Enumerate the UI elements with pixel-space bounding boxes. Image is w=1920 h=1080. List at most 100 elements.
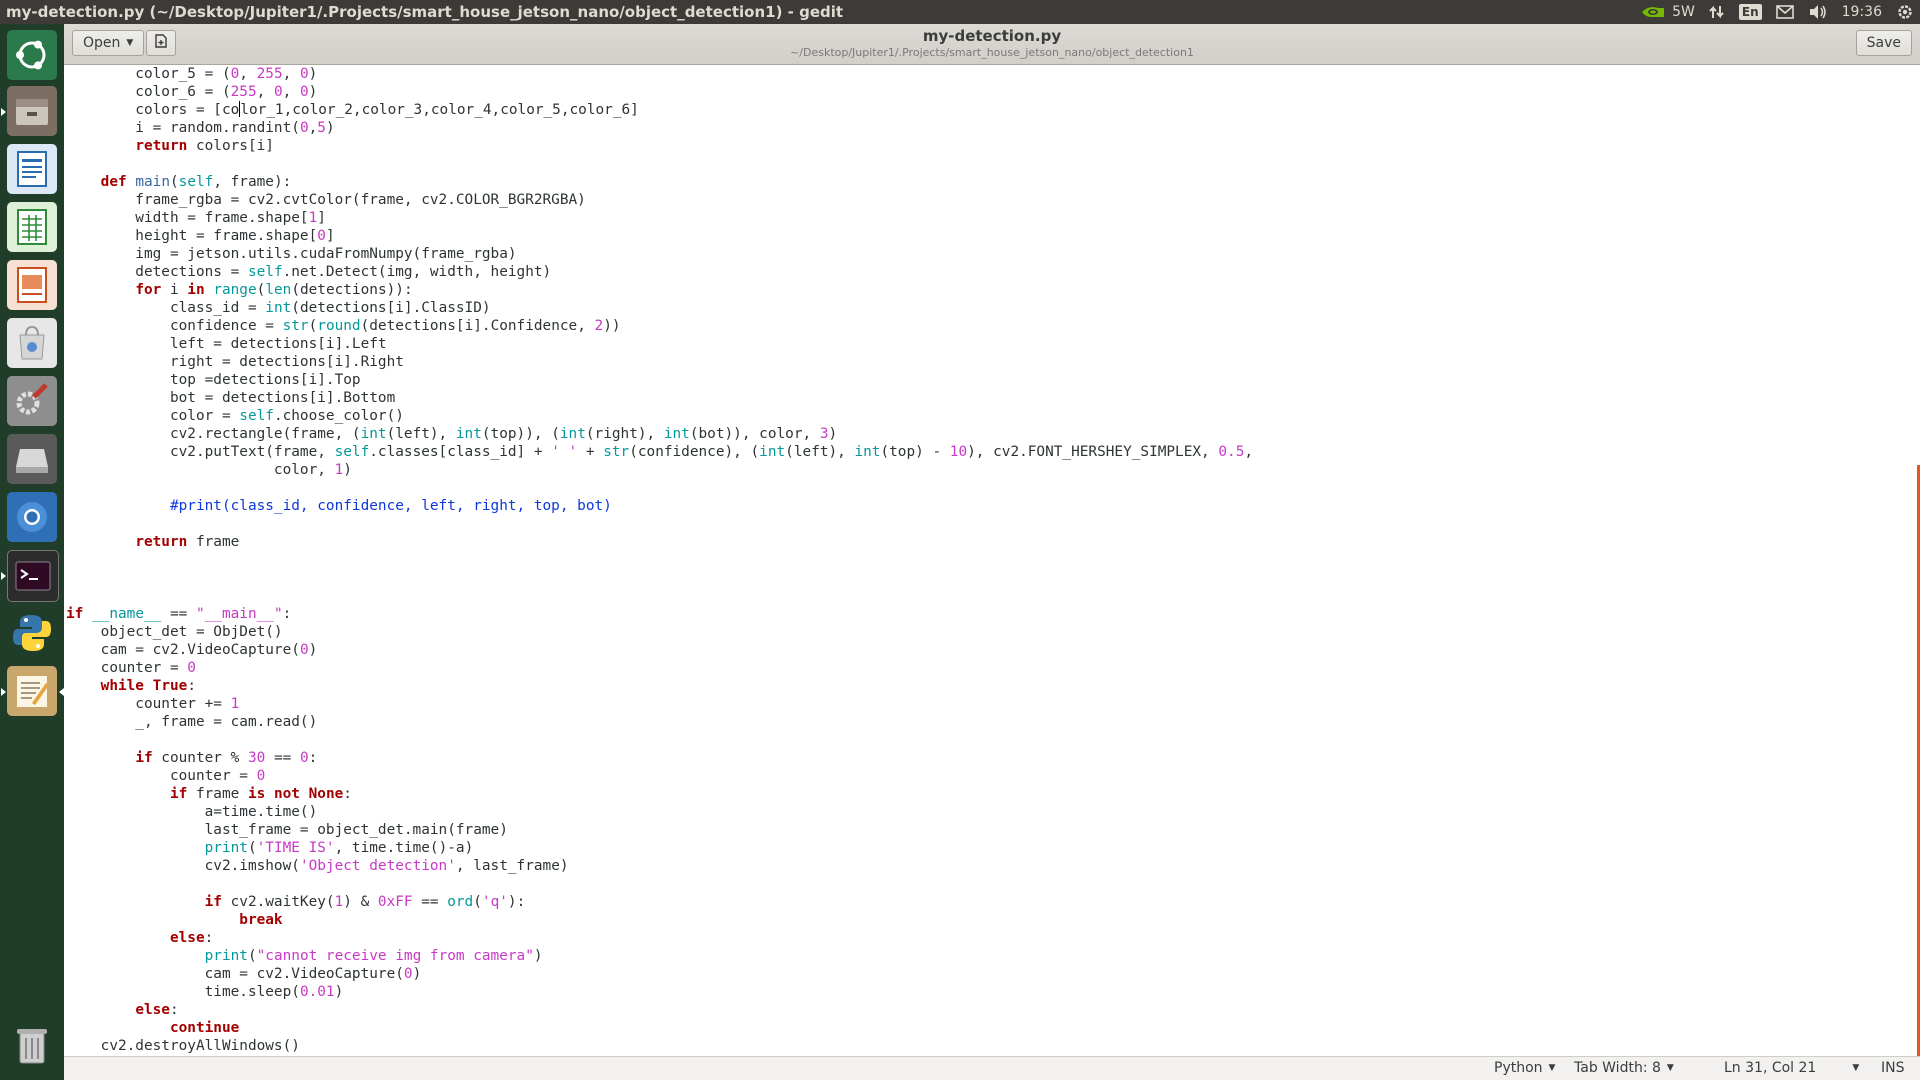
- chevron-down-icon: ▼: [1666, 1063, 1674, 1073]
- code-line: if cv2.waitKey(1) & 0xFF == ord('q'):: [204, 894, 526, 910]
- code-line: return frame: [135, 534, 240, 550]
- mail-icon[interactable]: [1775, 5, 1794, 19]
- code-line: confidence = str(round(detections[i].Con…: [66, 318, 621, 334]
- libreoffice-calc-icon[interactable]: [7, 202, 57, 252]
- libreoffice-impress-icon[interactable]: [7, 260, 57, 310]
- software-center-icon[interactable]: [7, 318, 57, 368]
- network-transfer-icon[interactable]: [1709, 4, 1725, 20]
- code-line: top =detections[i].Top: [66, 372, 361, 388]
- code-line: height = frame.shape[0]: [66, 228, 335, 244]
- ubuntu-dash-icon[interactable]: [7, 30, 57, 80]
- nvidia-indicator[interactable]: 5W: [1640, 4, 1695, 20]
- code-line: color = self.choose_color(): [66, 408, 404, 424]
- code-line: def main(self, frame):: [100, 174, 292, 190]
- code-line: right = detections[i].Right: [66, 354, 404, 370]
- code-editor[interactable]: color_5 = (0, 255, 0) color_6 = (255, 0,…: [64, 65, 1920, 1056]
- code-lines: color_5 = (0, 255, 0) color_6 = (255, 0,…: [66, 65, 1253, 1055]
- volume-icon[interactable]: [1808, 4, 1828, 20]
- chevron-down-icon: ▼: [1852, 1063, 1860, 1073]
- top-panel: my-detection.py (~/Desktop/Jupiter1/.Pro…: [0, 0, 1920, 24]
- language-selector[interactable]: Python ▼: [1494, 1060, 1555, 1076]
- code-line: if __name__ == "__main__":: [66, 606, 292, 622]
- code-line: cv2.destroyAllWindows(): [66, 1038, 300, 1054]
- statusbar: Python ▼ Tab Width: 8 ▼ Ln 31, Col 21 ▼ …: [64, 1056, 1920, 1080]
- nvidia-icon: [1640, 4, 1666, 20]
- code-line: if frame is not None:: [169, 786, 352, 802]
- clock[interactable]: 19:36: [1842, 4, 1882, 20]
- code-line: object_det = ObjDet(): [66, 624, 283, 640]
- cursor-position-selector[interactable]: Ln 31, Col 21 ▼: [1724, 1060, 1859, 1076]
- code-line: color_5 = (0, 255, 0): [66, 66, 318, 82]
- text-editor-icon[interactable]: [7, 666, 57, 716]
- launcher: [0, 24, 64, 1080]
- indicator-area: 5W En 19:36: [1640, 0, 1920, 24]
- code-line: i = random.randint(0,5): [66, 120, 335, 136]
- code-line: detections = self.net.Detect(img, width,…: [66, 264, 552, 280]
- tab-width-label: Tab Width: 8: [1574, 1060, 1661, 1076]
- settings-gear-icon[interactable]: [1896, 3, 1914, 21]
- code-line: cv2.rectangle(frame, (int(left), int(top…: [66, 426, 838, 442]
- power-mode-label: 5W: [1672, 4, 1695, 20]
- trash-icon[interactable]: [7, 1020, 57, 1070]
- code-line: cv2.imshow('Object detection', last_fram…: [66, 858, 569, 874]
- code-line: a=time.time(): [66, 804, 318, 820]
- keyboard-layout-indicator[interactable]: En: [1738, 4, 1762, 20]
- files-icon[interactable]: [7, 86, 57, 136]
- text-cursor: [239, 101, 241, 117]
- code-line: color_6 = (255, 0, 0): [66, 84, 318, 100]
- code-line: counter += 1: [66, 696, 240, 712]
- code-line: bot = detections[i].Bottom: [66, 390, 396, 406]
- code-line: if counter % 30 == 0:: [135, 750, 318, 766]
- terminal-icon[interactable]: [7, 550, 59, 602]
- python-icon[interactable]: [7, 608, 57, 658]
- code-line: break: [239, 912, 283, 928]
- keyboard-layout-label: En: [1738, 4, 1762, 20]
- code-line: img = jetson.utils.cudaFromNumpy(frame_r…: [66, 246, 517, 262]
- code-line: else:: [135, 1002, 179, 1018]
- running-indicator: [1, 572, 6, 580]
- code-line: _, frame = cam.read(): [66, 714, 318, 730]
- tab-width-selector[interactable]: Tab Width: 8 ▼: [1574, 1060, 1674, 1076]
- system-settings-icon[interactable]: [7, 376, 57, 426]
- code-line: print("cannot receive img from camera"): [204, 948, 543, 964]
- window-title: my-detection.py (~/Desktop/Jupiter1/.Pro…: [6, 3, 844, 21]
- code-line: left = detections[i].Left: [66, 336, 387, 352]
- code-line: width = frame.shape[1]: [66, 210, 326, 226]
- code-line: print('TIME IS', time.time()-a): [204, 840, 474, 856]
- code-line: cam = cv2.VideoCapture(0): [66, 966, 422, 982]
- disk-drive-icon[interactable]: [7, 434, 57, 484]
- libreoffice-writer-icon[interactable]: [7, 144, 57, 194]
- chevron-down-icon: ▼: [1548, 1063, 1556, 1073]
- code-line: return colors[i]: [135, 138, 274, 154]
- code-line: #print(class_id, confidence, left, right…: [169, 498, 612, 514]
- code-line: counter = 0: [66, 768, 266, 784]
- code-line: cv2.putText(frame, self.classes[class_id…: [66, 444, 1254, 460]
- code-line: for i in range(len(detections)):: [135, 282, 413, 298]
- code-line: color, 1): [66, 462, 352, 478]
- insert-mode-indicator[interactable]: INS: [1881, 1060, 1905, 1076]
- chromium-icon[interactable]: [7, 492, 57, 542]
- code-line: frame_rgba = cv2.cvtColor(frame, cv2.COL…: [66, 192, 586, 208]
- running-indicator: [1, 108, 6, 116]
- code-line: time.sleep(0.01): [66, 984, 344, 1000]
- language-label: Python: [1494, 1060, 1543, 1076]
- code-line: continue: [169, 1020, 240, 1036]
- code-line: last_frame = object_det.main(frame): [66, 822, 508, 838]
- code-line: cam = cv2.VideoCapture(0): [66, 642, 318, 658]
- running-indicator: [1, 688, 6, 696]
- cursor-position-label: Ln 31, Col 21: [1724, 1060, 1817, 1076]
- document-title: my-detection.py: [922, 27, 1062, 45]
- save-button[interactable]: Save: [1855, 30, 1912, 56]
- document-path: ~/Desktop/Jupiter1/.Projects/smart_house…: [790, 46, 1194, 59]
- code-line: class_id = int(detections[i].ClassID): [66, 300, 491, 316]
- code-line: while True:: [100, 678, 196, 694]
- headerbar: Open ▼ my-detection.py ~/Desktop/Jupiter…: [64, 24, 1920, 65]
